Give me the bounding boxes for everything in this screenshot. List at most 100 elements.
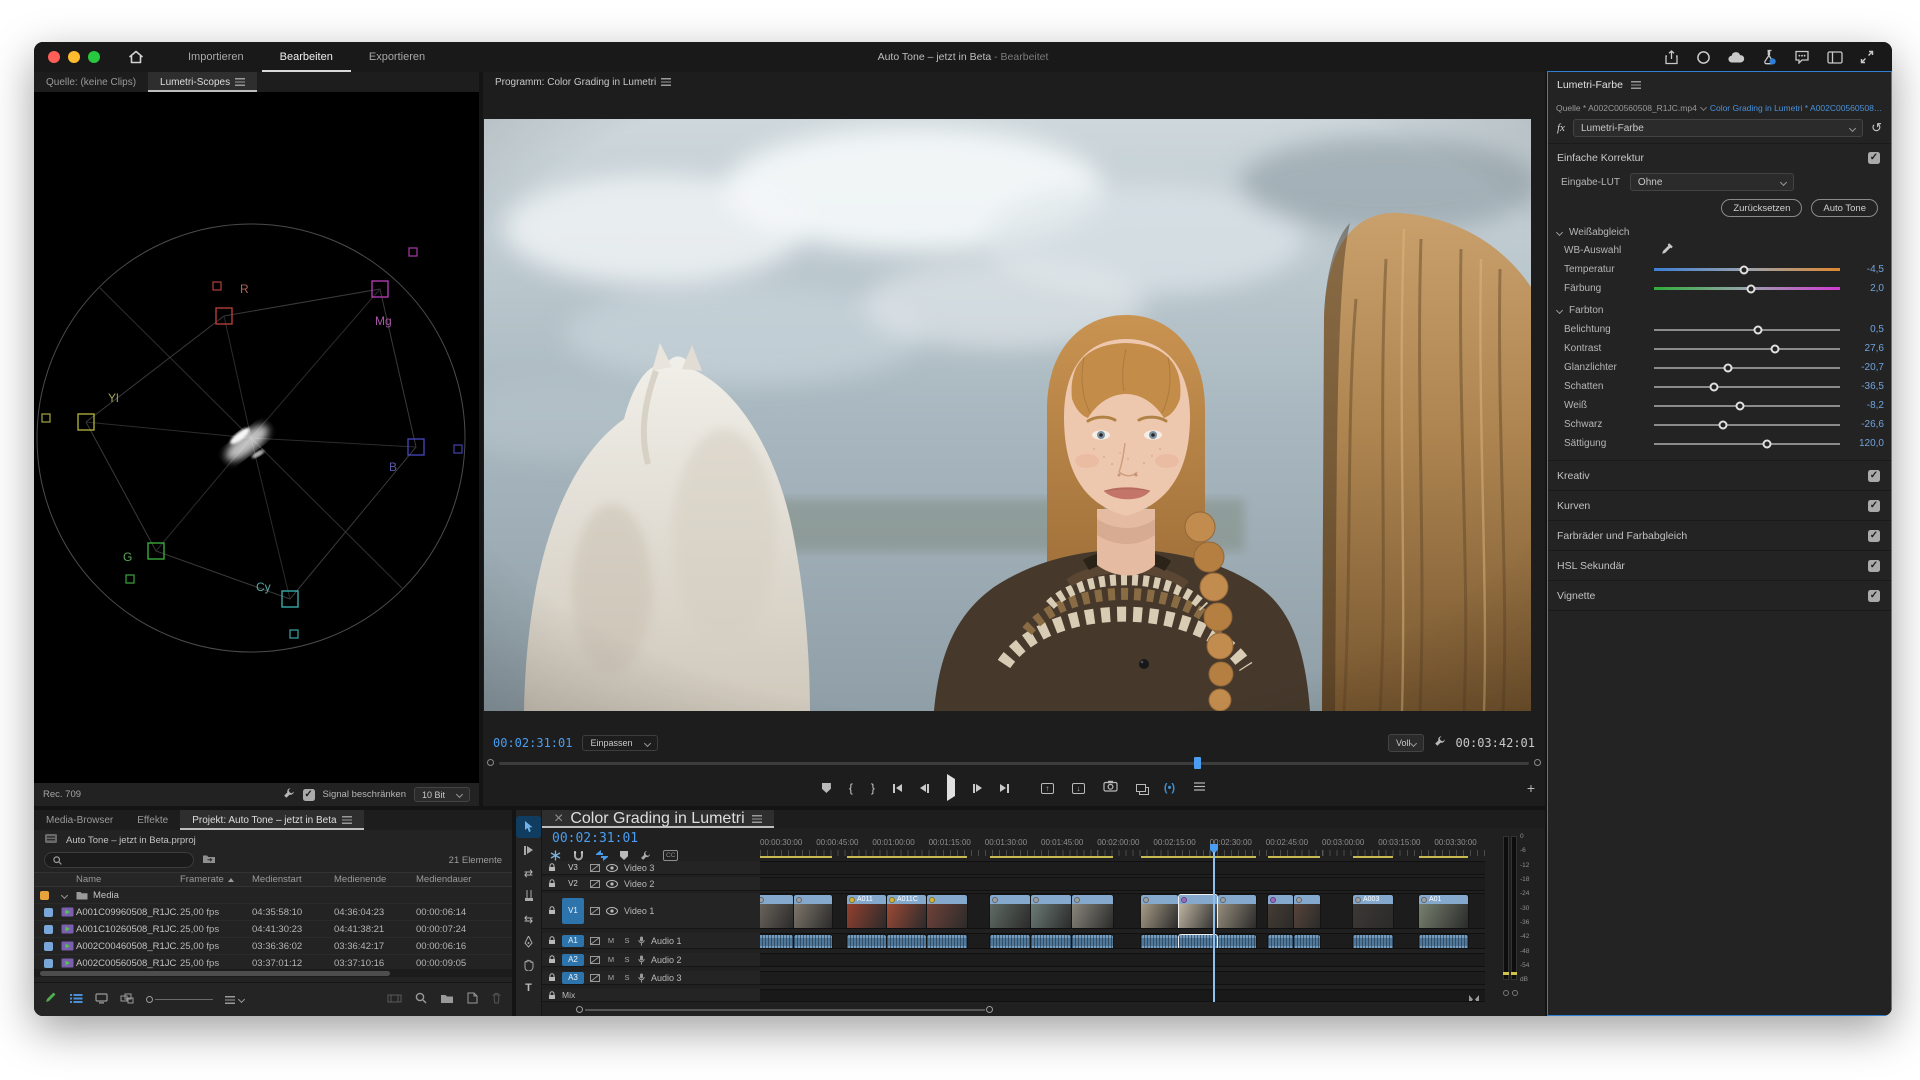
timeline-audio-clip[interactable] (887, 935, 926, 949)
beta-flask-icon[interactable] (1762, 49, 1777, 65)
cell-framerate[interactable]: 25,00 fps (180, 907, 252, 918)
snap-magnet-icon[interactable] (573, 850, 584, 861)
project-file-name[interactable]: Auto Tone – jetzt in Beta.prproj (66, 835, 196, 846)
track-mix-content[interactable] (760, 989, 1485, 1002)
track-target-V3[interactable]: V3 (562, 862, 584, 874)
table-row[interactable]: A002C00460508_R1JC. 25,00 fps 03:36:36:0… (34, 938, 512, 955)
bin-expand-chevron[interactable] (60, 891, 67, 898)
table-row[interactable]: A001C09960508_R1JC. 25,00 fps 04:35:58:1… (34, 904, 512, 921)
slider-track[interactable] (1654, 367, 1840, 369)
zoom-handle-left[interactable] (576, 1006, 583, 1013)
comments-icon[interactable] (1794, 50, 1810, 64)
track-v1-content[interactable]: A011A011CA003A01 (760, 893, 1485, 929)
timeline-clip[interactable] (1268, 895, 1293, 929)
timeline-clip[interactable] (794, 895, 832, 929)
overwrite-button[interactable] (1136, 779, 1146, 797)
slider-handle[interactable] (1763, 439, 1772, 448)
label-swatch[interactable] (40, 891, 49, 900)
export-frame-button[interactable] (1103, 779, 1118, 797)
input-lut-dropdown[interactable]: Ohne (1630, 173, 1794, 191)
trash-icon[interactable] (491, 991, 502, 1009)
button-editor-grid-icon[interactable] (1193, 779, 1206, 797)
timeline-audio-clip[interactable] (1218, 935, 1256, 949)
lumetri-source-clip[interactable]: Quelle * A002C00560508_R1JC.mp4 (1556, 103, 1697, 113)
track-target-V1[interactable]: V1 (562, 898, 584, 924)
slider-track[interactable] (1654, 348, 1840, 350)
timeline-audio-clip[interactable] (1141, 935, 1178, 949)
track-header-a3[interactable]: A3MSAudio 3 (542, 971, 760, 985)
panel-menu-icon[interactable] (1631, 81, 1641, 89)
slider-value[interactable]: -8,2 (1850, 400, 1884, 411)
basic-correction-label[interactable]: Einfache Korrektur (1557, 152, 1644, 164)
timeline-clip[interactable]: A011 (847, 895, 886, 929)
timeline-audio-clip[interactable] (1353, 935, 1393, 949)
timeline-clip[interactable]: A011C (887, 895, 926, 929)
cell-mediendauer[interactable]: 00:00:06:14 (416, 907, 490, 918)
project-tab-effekte[interactable]: Effekte (125, 810, 180, 830)
slider-value[interactable]: 120,0 (1850, 438, 1884, 449)
find-icon[interactable] (415, 991, 427, 1009)
project-tab-media-browser[interactable]: Media-Browser (34, 810, 125, 830)
lumetri-panel-title[interactable]: Lumetri-Farbe (1557, 79, 1623, 91)
reset-effect-icon[interactable]: ↺ (1871, 120, 1882, 136)
mark-out-button[interactable]: } (871, 781, 875, 795)
linked-selection-icon[interactable] (596, 850, 608, 861)
cell-mediendauer[interactable]: 00:00:06:16 (416, 941, 490, 952)
slider-handle[interactable] (1709, 382, 1718, 391)
slider-value[interactable]: -20,7 (1850, 362, 1884, 373)
cell-name[interactable]: A002C00560508_R1JC (76, 958, 180, 969)
eye-icon[interactable] (606, 907, 618, 915)
zoom-slider[interactable] (146, 996, 213, 1003)
panel-menu-icon[interactable] (661, 78, 671, 86)
timeline-settings-wrench-icon[interactable] (640, 850, 651, 861)
lumetri-section-vignette[interactable]: Vignette✓ (1548, 580, 1891, 610)
effect-dropdown[interactable]: Lumetri-Farbe (1573, 119, 1863, 137)
slider-track[interactable] (1654, 329, 1840, 331)
menu-tab-importieren[interactable]: Importieren (170, 42, 262, 72)
slider-track[interactable] (1654, 386, 1840, 388)
timeline-clip[interactable]: A01 (1419, 895, 1468, 929)
slider-track[interactable] (1654, 443, 1840, 445)
cell-mediendauer[interactable]: 00:00:07:24 (416, 924, 490, 935)
cell-medienende[interactable]: 03:37:10:16 (334, 958, 416, 969)
timeline-audio-clip[interactable] (1072, 935, 1113, 949)
slider-value[interactable]: -26,6 (1850, 419, 1884, 430)
timeline-clip[interactable] (1141, 895, 1178, 929)
track-target-V2[interactable]: V2 (562, 878, 584, 890)
slider-handle[interactable] (1718, 420, 1727, 429)
panel-menu-icon[interactable] (342, 816, 352, 824)
eye-icon[interactable] (606, 880, 618, 888)
lock-icon[interactable] (548, 991, 556, 1000)
list-view-button[interactable] (69, 991, 83, 1009)
fullscreen-icon[interactable] (1860, 50, 1874, 64)
mic-icon[interactable] (638, 955, 645, 965)
cell-medienstart[interactable]: 04:35:58:10 (252, 907, 334, 918)
lift-button[interactable]: ↑ (1041, 783, 1054, 794)
slider-handle[interactable] (1736, 401, 1745, 410)
timeline-audio-clip[interactable] (927, 935, 967, 949)
timeline-clip[interactable] (927, 895, 967, 929)
scope-settings-wrench-icon[interactable] (283, 786, 295, 804)
sort-menu[interactable] (225, 996, 244, 1004)
video-frame[interactable] (484, 119, 1531, 711)
timeline-audio-clip[interactable] (1419, 935, 1468, 949)
solo-button[interactable]: S (622, 936, 632, 945)
cell-name[interactable]: A001C10260508_R1JC. (76, 924, 180, 935)
bin-name[interactable]: Media (76, 890, 180, 901)
slider-handle[interactable] (1770, 344, 1779, 353)
add-button[interactable]: + (1527, 780, 1535, 796)
section-checkbox[interactable]: ✓ (1868, 500, 1880, 512)
cell-framerate[interactable]: 25,00 fps (180, 941, 252, 952)
program-settings-wrench-icon[interactable] (1434, 734, 1446, 752)
cell-medienstart[interactable]: 03:36:36:02 (252, 941, 334, 952)
cell-mediendauer[interactable]: 00:00:09:05 (416, 958, 490, 969)
panel-menu-icon[interactable] (752, 815, 762, 823)
timeline-clip[interactable] (1072, 895, 1113, 929)
auto-tone-button[interactable]: Auto Tone (1811, 199, 1878, 217)
menu-tab-exportieren[interactable]: Exportieren (351, 42, 443, 72)
freeform-view-button[interactable] (120, 991, 134, 1009)
mic-icon[interactable] (638, 936, 645, 946)
cell-medienende[interactable]: 04:41:38:21 (334, 924, 416, 935)
selection-tool[interactable] (516, 816, 541, 838)
basic-correction-checkbox[interactable]: ✓ (1868, 152, 1880, 164)
